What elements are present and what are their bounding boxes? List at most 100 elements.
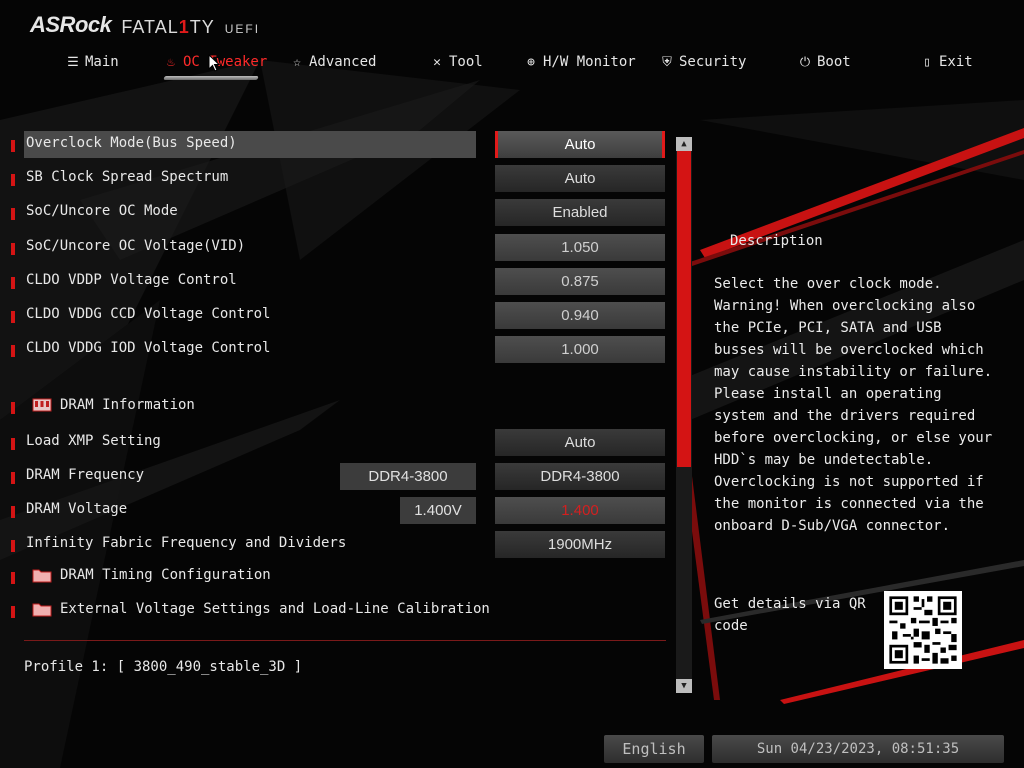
setting-label: SB Clock Spread Spectrum xyxy=(26,169,229,185)
setting-label: External Voltage Settings and Load-Line … xyxy=(60,601,490,617)
setting-cldo-vddg-iod[interactable]: CLDO VDDG IOD Voltage Control 1.000 xyxy=(0,336,670,363)
cldo-vddg-ccd-value[interactable]: 0.940 xyxy=(495,302,665,329)
row-marker xyxy=(11,606,15,618)
setting-infinity-fabric[interactable]: Infinity Fabric Frequency and Dividers 1… xyxy=(0,531,670,558)
cldo-vddp-value[interactable]: 0.875 xyxy=(495,268,665,295)
scroll-down-arrow-icon[interactable]: ▼ xyxy=(676,679,692,693)
language-selector[interactable]: English xyxy=(604,735,704,763)
setting-cldo-vddp[interactable]: CLDO VDDP Voltage Control 0.875 xyxy=(0,268,670,295)
setting-label: SoC/Uncore OC Voltage(VID) xyxy=(26,238,246,254)
load-xmp-value[interactable]: Auto xyxy=(495,429,665,456)
row-marker xyxy=(11,506,15,518)
row-marker xyxy=(11,572,15,584)
dram-voltage-value[interactable]: 1.400 xyxy=(495,497,665,524)
dram-frequency-current: DDR4-3800 xyxy=(340,463,476,490)
dram-frequency-value[interactable]: DDR4-3800 xyxy=(495,463,665,490)
setting-cldo-vddg-ccd[interactable]: CLDO VDDG CCD Voltage Control 0.940 xyxy=(0,302,670,329)
setting-overclock-mode[interactable]: Overclock Mode(Bus Speed) Auto xyxy=(0,131,670,158)
active-tab-underline xyxy=(163,76,259,80)
setting-soc-oc-voltage[interactable]: SoC/Uncore OC Voltage(VID) 1.050 xyxy=(0,234,670,261)
tab-tool[interactable]: ✕ Tool xyxy=(430,50,483,74)
tab-label: Exit xyxy=(939,54,973,70)
qr-code-icon xyxy=(884,591,962,669)
setting-label: DRAM Voltage xyxy=(26,501,128,517)
overclock-mode-value[interactable]: Auto xyxy=(495,131,665,158)
soc-oc-voltage-value[interactable]: 1.050 xyxy=(495,234,665,261)
tab-label: Advanced xyxy=(309,54,377,70)
asrock-logo-text: ASRock xyxy=(30,12,112,37)
shield-icon: ⛨ xyxy=(662,54,672,70)
tab-label: Security xyxy=(679,54,747,70)
tab-label: OC Tweaker xyxy=(183,54,268,70)
row-marker xyxy=(11,540,15,552)
row-marker xyxy=(11,402,15,414)
description-title: Description xyxy=(730,233,823,249)
qr-caption: Get details via QR code xyxy=(714,596,866,634)
crosshair-icon: ⊕ xyxy=(527,54,535,70)
row-marker xyxy=(11,472,15,484)
scroll-up-arrow-icon[interactable]: ▲ xyxy=(676,137,692,151)
folder-icon xyxy=(32,569,52,583)
uefi-label: UEFI xyxy=(224,22,261,36)
tab-label: Main xyxy=(85,54,119,70)
setting-label: DRAM Timing Configuration xyxy=(60,567,271,583)
submenu-dram-timing[interactable]: DRAM Timing Configuration xyxy=(0,563,670,589)
setting-load-xmp[interactable]: Load XMP Setting Auto xyxy=(0,429,670,456)
scroll-thumb[interactable] xyxy=(677,151,691,467)
dram-voltage-current: 1.400V xyxy=(400,497,476,524)
cldo-vddg-iod-value[interactable]: 1.000 xyxy=(495,336,665,363)
tab-exit[interactable]: ▯ Exit xyxy=(920,50,973,74)
brand-logo: ASRock FATAL1TY UEFI xyxy=(30,10,260,38)
flame-icon: ♨ xyxy=(167,54,175,70)
list-icon: ☰ xyxy=(67,54,79,70)
row-marker xyxy=(11,438,15,450)
setting-label: CLDO VDDG CCD Voltage Control xyxy=(26,306,271,322)
row-marker xyxy=(11,174,15,186)
row-marker xyxy=(11,208,15,220)
soc-oc-mode-value[interactable]: Enabled xyxy=(495,199,665,226)
row-marker xyxy=(11,277,15,289)
tab-advanced[interactable]: ☆ Advanced xyxy=(290,50,376,74)
row-marker xyxy=(11,311,15,323)
sb-clock-value[interactable]: Auto xyxy=(495,165,665,192)
setting-label: CLDO VDDG IOD Voltage Control xyxy=(26,340,271,356)
setting-soc-oc-mode[interactable]: SoC/Uncore OC Mode Enabled xyxy=(0,199,670,226)
mouse-cursor-icon xyxy=(208,54,220,72)
setting-label: Overclock Mode(Bus Speed) xyxy=(26,135,237,151)
submenu-external-voltage[interactable]: External Voltage Settings and Load-Line … xyxy=(0,597,670,623)
settings-scrollbar[interactable]: ▲ ▼ xyxy=(676,137,692,693)
top-nav: ☰ Main ♨ OC Tweaker ☆ Advanced ✕ Tool ⊕ H/W M… xyxy=(0,50,1024,76)
divider xyxy=(24,640,666,641)
setting-label: Infinity Fabric Frequency and Dividers xyxy=(26,535,347,551)
folder-icon xyxy=(32,603,52,617)
setting-label: CLDO VDDP Voltage Control xyxy=(26,272,237,288)
row-marker xyxy=(11,243,15,255)
setting-label: Load XMP Setting xyxy=(26,433,161,449)
section-dram-information[interactable]: DRAM Information xyxy=(0,393,670,419)
tab-boot[interactable]: ⏻ Boot xyxy=(798,50,851,74)
power-icon: ⏻ xyxy=(799,54,811,70)
tab-label: H/W Monitor xyxy=(543,54,636,70)
tab-security[interactable]: ⛨ Security xyxy=(660,50,746,74)
setting-dram-voltage[interactable]: DRAM Voltage 1.400V 1.400 xyxy=(0,497,670,524)
description-text: Select the over clock mode. Warning! Whe… xyxy=(714,276,993,534)
row-marker xyxy=(11,140,15,152)
setting-dram-frequency[interactable]: DRAM Frequency DDR4-3800 DDR4-3800 xyxy=(0,463,670,490)
tab-hw-monitor[interactable]: ⊕ H/W Monitor xyxy=(524,50,636,74)
datetime-display: Sun 04/23/2023, 08:51:35 xyxy=(712,735,1004,763)
star-icon: ☆ xyxy=(293,54,301,70)
setting-label: SoC/Uncore OC Mode xyxy=(26,203,178,219)
row-marker xyxy=(11,345,15,357)
setting-label: DRAM Frequency xyxy=(26,467,145,483)
setting-label: DRAM Information xyxy=(60,397,195,413)
infinity-fabric-value[interactable]: 1900MHz xyxy=(495,531,665,558)
setting-sb-clock-spread[interactable]: SB Clock Spread Spectrum Auto xyxy=(0,165,670,192)
memory-module-icon xyxy=(32,398,52,412)
tab-label: Boot xyxy=(817,54,851,70)
tools-icon: ✕ xyxy=(433,54,441,70)
fatality-logo-text: FATAL1TY xyxy=(121,17,215,37)
tab-label: Tool xyxy=(449,54,483,70)
tab-main[interactable]: ☰ Main xyxy=(66,50,119,74)
profile-status: Profile 1: [ 3800_490_stable_3D ] xyxy=(24,659,303,675)
exit-door-icon: ▯ xyxy=(923,54,931,70)
